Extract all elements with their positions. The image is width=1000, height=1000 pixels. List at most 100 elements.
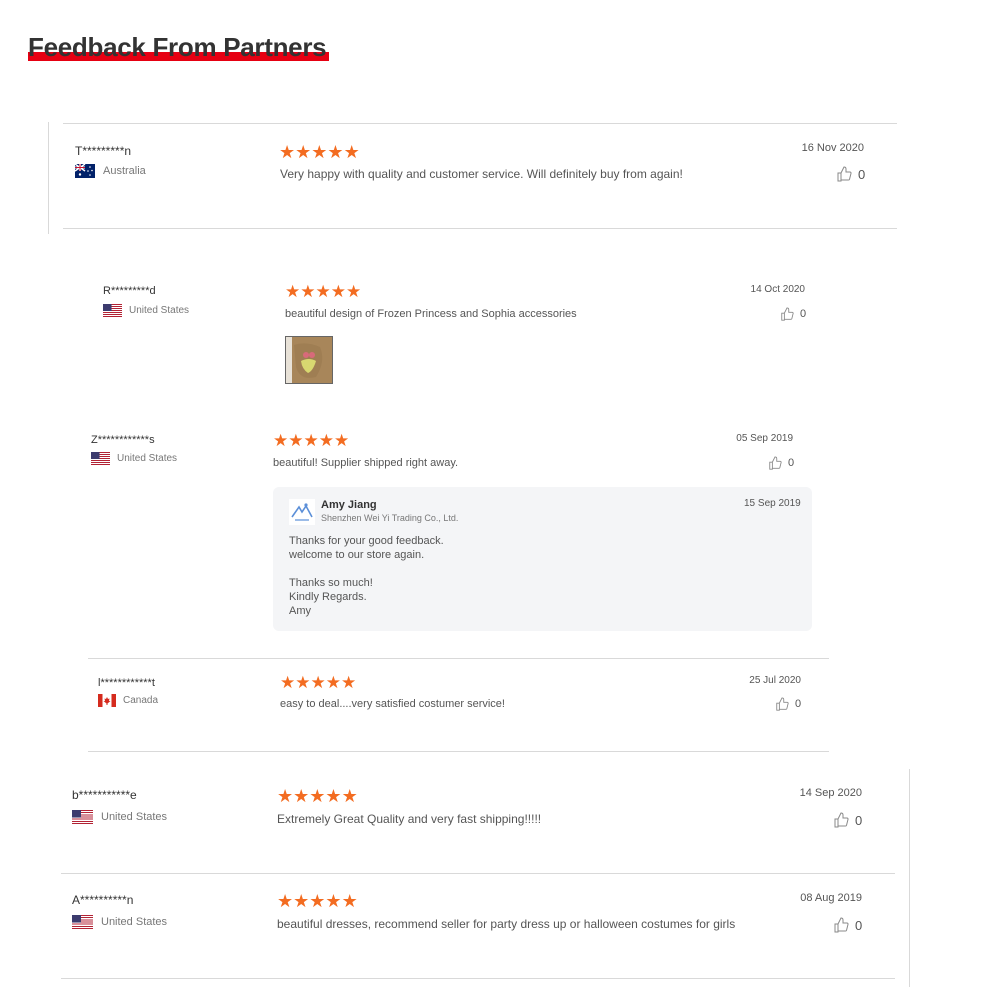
- reviewer-name: Z************s: [91, 434, 155, 446]
- reviewer-name: A**********n: [72, 893, 134, 907]
- star-rating: ★ ★ ★ ★ ★: [280, 674, 356, 691]
- reviewer-name: T*********n: [75, 144, 132, 158]
- reviewer-country: United States: [91, 452, 177, 465]
- star-icon: ★: [280, 673, 296, 692]
- like-button[interactable]: 0: [775, 697, 801, 711]
- star-icon: ★: [293, 786, 310, 806]
- review-text: easy to deal....very satisfied costumer …: [280, 698, 505, 710]
- reviewer-country: Australia: [75, 164, 146, 178]
- star-icon: ★: [300, 282, 316, 301]
- thumbs-up-icon: [837, 166, 852, 182]
- us-flag-icon: [103, 304, 122, 317]
- country-label: United States: [117, 453, 178, 464]
- review-photo-thumbnail[interactable]: [285, 336, 333, 384]
- divider: [61, 873, 895, 874]
- star-rating: ★ ★ ★ ★ ★: [277, 787, 358, 805]
- star-icon: ★: [325, 891, 342, 911]
- supplier-logo-icon: [289, 499, 315, 525]
- divider: [88, 751, 829, 752]
- page-title: Feedback From Partners: [28, 32, 327, 62]
- reviewer-country: United States: [103, 304, 189, 317]
- review-1-left-border: [48, 122, 49, 234]
- country-label: Australia: [103, 165, 146, 177]
- country-label: United States: [101, 811, 168, 823]
- review-date: 05 Sep 2019: [736, 433, 793, 444]
- australia-flag-icon: [75, 164, 95, 178]
- review-date: 25 Jul 2020: [749, 675, 801, 686]
- star-icon: ★: [325, 786, 342, 806]
- like-count: 0: [855, 917, 863, 933]
- supplier-company: Shenzhen Wei Yi Trading Co., Ltd.: [321, 513, 459, 523]
- like-button[interactable]: 0: [833, 812, 862, 828]
- review-date: 14 Sep 2020: [799, 787, 862, 799]
- divider: [61, 978, 895, 979]
- like-button[interactable]: 0: [833, 917, 862, 933]
- thumbs-up-icon: [834, 917, 849, 933]
- star-icon: ★: [318, 431, 334, 450]
- right-border: [909, 769, 910, 987]
- thumbs-up-icon: [781, 307, 794, 321]
- us-flag-icon: [91, 452, 110, 465]
- like-count: 0: [800, 308, 807, 320]
- star-icon: ★: [293, 891, 310, 911]
- page-header: Feedback From Partners: [28, 32, 329, 62]
- country-label: United States: [129, 305, 190, 316]
- star-icon: ★: [346, 282, 362, 301]
- star-icon: ★: [295, 673, 311, 692]
- country-label: Canada: [123, 695, 159, 706]
- star-icon: ★: [273, 431, 289, 450]
- star-icon: ★: [330, 282, 346, 301]
- star-rating: ★ ★ ★ ★ ★: [277, 892, 358, 910]
- star-icon: ★: [334, 431, 350, 450]
- us-flag-icon: [72, 810, 93, 824]
- review-date: 14 Oct 2020: [750, 284, 805, 295]
- star-rating: ★ ★ ★ ★ ★: [273, 432, 349, 449]
- reply-text-line: Amy: [289, 605, 311, 617]
- reviewer-name: b***********e: [72, 788, 137, 802]
- star-icon: ★: [279, 142, 296, 162]
- like-count: 0: [788, 457, 795, 469]
- review-date: 16 Nov 2020: [801, 142, 864, 154]
- star-rating: ★ ★ ★ ★ ★: [285, 283, 361, 300]
- like-button[interactable]: 0: [768, 456, 794, 470]
- canada-flag-icon: [98, 694, 116, 707]
- star-icon: ★: [341, 673, 357, 692]
- reviewer-country: Canada: [98, 694, 158, 707]
- review-date: 08 Aug 2019: [800, 892, 862, 904]
- star-icon: ★: [341, 786, 358, 806]
- star-icon: ★: [315, 282, 331, 301]
- review-text: Very happy with quality and customer ser…: [280, 167, 683, 181]
- reply-text-line: Thanks so much!: [289, 577, 373, 589]
- like-button[interactable]: 0: [836, 166, 865, 182]
- supplier-reply: Amy Jiang Shenzhen Wei Yi Trading Co., L…: [273, 487, 812, 631]
- like-count: 0: [855, 812, 863, 828]
- divider: [63, 123, 897, 124]
- review-text: Extremely Great Quality and very fast sh…: [277, 812, 542, 826]
- star-icon: ★: [343, 142, 360, 162]
- star-icon: ★: [325, 673, 341, 692]
- thumbs-up-icon: [769, 456, 782, 470]
- star-icon: ★: [277, 786, 294, 806]
- like-button[interactable]: 0: [780, 307, 806, 321]
- star-icon: ★: [295, 142, 312, 162]
- like-count: 0: [795, 698, 802, 710]
- divider: [63, 228, 897, 229]
- reviewer-name: l************t: [98, 677, 155, 689]
- star-icon: ★: [285, 282, 301, 301]
- us-flag-icon: [72, 915, 93, 929]
- review-text: beautiful! Supplier shipped right away.: [273, 457, 459, 469]
- star-icon: ★: [327, 142, 344, 162]
- review-text: beautiful dresses, recommend seller for …: [277, 917, 736, 931]
- thumbs-up-icon: [834, 812, 849, 828]
- reviewer-name: R*********d: [103, 285, 156, 297]
- country-label: United States: [101, 916, 168, 928]
- reviewer-country: United States: [72, 810, 167, 824]
- star-icon: ★: [288, 431, 304, 450]
- thumbs-up-icon: [776, 697, 789, 711]
- review-text: beautiful design of Frozen Princess and …: [285, 308, 577, 320]
- star-icon: ★: [311, 142, 328, 162]
- star-icon: ★: [309, 891, 326, 911]
- reply-text-line: Kindly Regards.: [289, 591, 367, 603]
- star-icon: ★: [310, 673, 326, 692]
- like-count: 0: [858, 166, 866, 182]
